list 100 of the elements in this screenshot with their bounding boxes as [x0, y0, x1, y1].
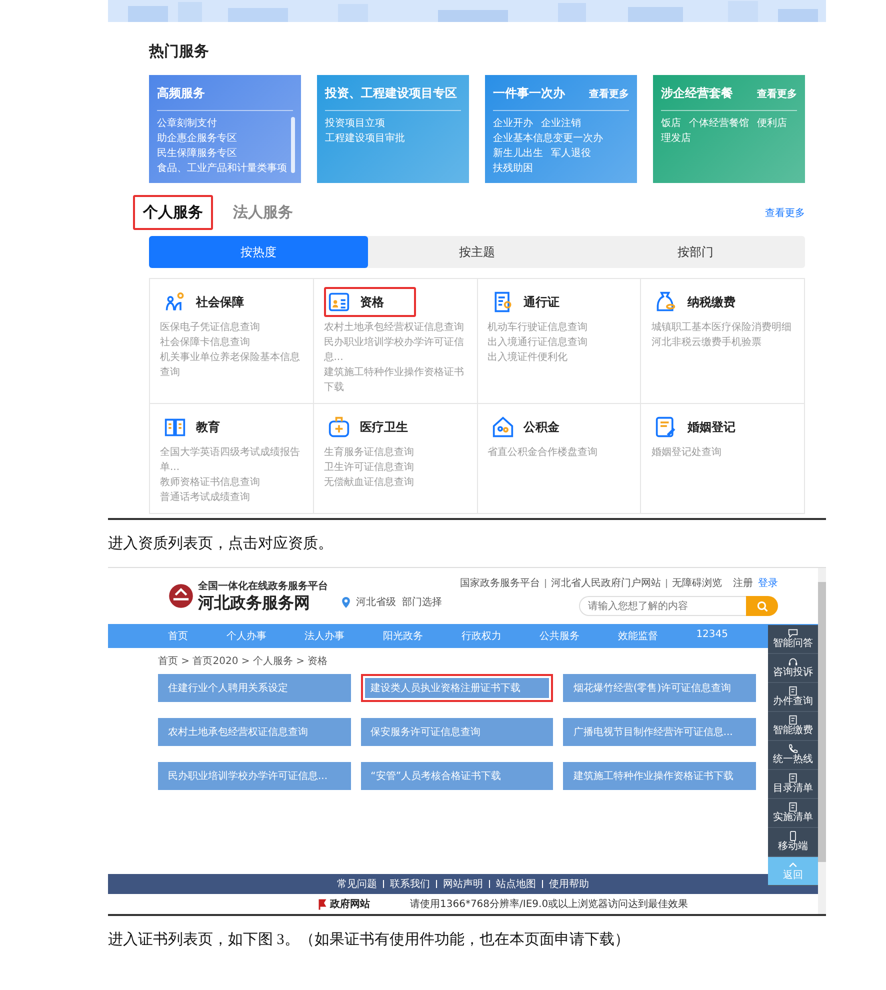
search-icon: [756, 600, 768, 612]
service-link[interactable]: 投资项目立项: [325, 116, 385, 131]
sidebar-item[interactable]: 智能问答: [768, 625, 818, 654]
service-link[interactable]: 卫生许可证信息查询: [324, 460, 468, 475]
service-link[interactable]: 医保电子凭证信息查询: [160, 320, 305, 335]
service-link[interactable]: 机关事业单位养老保险基本信息查询: [160, 350, 305, 380]
nav-item[interactable]: 首页: [168, 629, 188, 643]
service-link[interactable]: 普通话考试成绩查询: [160, 490, 305, 505]
footer-link[interactable]: 使用帮助: [549, 877, 589, 891]
service-card[interactable]: 投资、工程建设项目专区 投资项目立项 工程建设项目审批: [317, 75, 469, 183]
sidebar-item[interactable]: 移动端: [768, 828, 818, 857]
footer-link[interactable]: 联系我们: [390, 877, 430, 891]
search-button[interactable]: [746, 596, 778, 616]
sort-tab[interactable]: 按主题: [368, 236, 586, 268]
service-link[interactable]: 农村土地承包经营权证信息查询: [324, 320, 468, 335]
footer-link[interactable]: 网站声明: [443, 877, 483, 891]
category-heading[interactable]: 婚姻登记: [651, 412, 768, 442]
footer-link[interactable]: 站点地图: [496, 877, 536, 891]
service-link[interactable]: 婚姻登记处查询: [651, 445, 796, 460]
qualification-button[interactable]: 建设类人员执业资格注册证书下载: [360, 674, 554, 702]
service-link[interactable]: 军人退役: [551, 146, 591, 161]
top-link[interactable]: 国家政务服务平台: [460, 576, 540, 590]
nav-item[interactable]: 行政权力: [461, 629, 502, 643]
top-link[interactable]: 无障碍浏览: [672, 576, 722, 590]
category-heading[interactable]: 社会保障: [160, 287, 276, 317]
service-tab[interactable]: 法人服务: [223, 195, 303, 230]
qualification-button[interactable]: 建筑施工特种作业操作资格证书下载: [563, 762, 756, 790]
more-link[interactable]: 查看更多: [589, 86, 629, 100]
category-heading[interactable]: 通行证: [488, 287, 592, 317]
scrollbar[interactable]: [818, 568, 826, 914]
service-link[interactable]: 机动车行驶证信息查询: [488, 320, 632, 335]
service-link[interactable]: 全国大学英语四级考试成绩报告单...: [160, 445, 305, 475]
service-link[interactable]: 理发店: [661, 131, 691, 146]
sort-tab[interactable]: 按热度: [149, 236, 368, 268]
service-link[interactable]: 饭店: [661, 116, 681, 131]
qualification-button[interactable]: 民办职业培训学校办学许可证信息...: [158, 762, 351, 790]
service-link[interactable]: 食品、工业产品和计量类事项: [157, 161, 287, 176]
service-card[interactable]: 一件事一次办 查看更多 企业开办 企业注销 企业基本信息变更一次办 新生儿出生 军人退役 扶残助困: [485, 75, 637, 183]
footer-link[interactable]: 常见问题: [337, 877, 377, 891]
sidebar-item[interactable]: 返回: [768, 857, 818, 886]
chevron-up-icon: [788, 860, 798, 870]
top-link[interactable]: 河北省人民政府门户网站: [551, 576, 661, 590]
service-card[interactable]: 高频服务 公章刻制支付 助企惠企服务专区 民生保障服务专区 食品、工业产品和计量类事项: [149, 75, 301, 183]
scrollbar[interactable]: [291, 117, 295, 173]
service-link[interactable]: 无偿献血证信息查询: [324, 475, 468, 490]
department-link[interactable]: 部门选择: [402, 595, 442, 609]
qualification-button[interactable]: 广播电视节目制作经营许可证信息...: [563, 718, 756, 746]
service-link[interactable]: 个体经营餐馆: [689, 116, 749, 131]
more-link[interactable]: 查看更多: [757, 86, 797, 100]
card-title: 涉企经营套餐: [661, 85, 733, 102]
sidebar-item[interactable]: 实施清单: [768, 799, 818, 828]
search-field[interactable]: 请输入您想了解的内容: [579, 596, 746, 616]
nav-item[interactable]: 法人办事: [304, 629, 345, 643]
location-link[interactable]: 河北省级: [356, 595, 396, 609]
category-heading[interactable]: 教育: [160, 412, 252, 442]
qualification-button[interactable]: “安管”人员考核合格证书下载: [360, 762, 554, 790]
nav-item[interactable]: 12345: [696, 629, 728, 643]
service-link[interactable]: 扶残助困: [493, 161, 533, 176]
service-link[interactable]: 企业注销: [541, 116, 581, 131]
qualification-button[interactable]: 保安服务许可证信息查询: [360, 718, 554, 746]
nav-item[interactable]: 效能监督: [618, 629, 658, 643]
service-link[interactable]: 企业基本信息变更一次办: [493, 131, 603, 146]
qualification-button[interactable]: 农村土地承包经营权证信息查询: [158, 718, 351, 746]
service-link[interactable]: 河北非税云缴费手机验票: [651, 335, 796, 350]
service-link[interactable]: 民生保障服务专区: [157, 146, 237, 161]
category-heading[interactable]: 纳税缴费: [651, 287, 768, 317]
service-link[interactable]: 建筑施工特种作业操作资格证书下载: [324, 365, 468, 395]
sidebar-item[interactable]: 咨询投诉: [768, 654, 818, 683]
service-link[interactable]: 工程建设项目审批: [325, 131, 405, 146]
sort-tab[interactable]: 按部门: [586, 236, 806, 268]
service-tab[interactable]: 个人服务: [133, 195, 213, 230]
service-link[interactable]: 新生儿出生: [493, 146, 543, 161]
service-link[interactable]: 企业开办: [493, 116, 533, 131]
sidebar-item[interactable]: 办件查询: [768, 683, 818, 712]
qualification-button[interactable]: 住建行业个人聘用关系设定: [158, 674, 351, 702]
service-link[interactable]: 民办职业培训学校办学许可证信息...: [324, 335, 468, 365]
nav-item[interactable]: 公共服务: [540, 629, 580, 643]
nav-item[interactable]: 阳光政务: [382, 629, 423, 643]
category-heading[interactable]: 公积金: [488, 412, 592, 442]
register-link[interactable]: 注册: [733, 576, 753, 590]
service-link[interactable]: 便利店: [757, 116, 787, 131]
service-link[interactable]: 出入境通行证信息查询: [488, 335, 632, 350]
service-link[interactable]: 省直公积金合作楼盘查询: [488, 445, 632, 460]
service-link[interactable]: 生育服务证信息查询: [324, 445, 468, 460]
service-link[interactable]: 公章刻制支付: [157, 116, 217, 131]
service-card[interactable]: 涉企经营套餐 查看更多 饭店 个体经营餐馆 便利店 理发店: [653, 75, 805, 183]
service-link[interactable]: 教师资格证书信息查询: [160, 475, 305, 490]
login-link[interactable]: 登录: [758, 576, 778, 590]
nav-item[interactable]: 个人办事: [226, 629, 266, 643]
sidebar-item[interactable]: 智能缴费: [768, 712, 818, 741]
category-heading[interactable]: 医疗卫生: [324, 412, 440, 442]
service-link[interactable]: 社会保障卡信息查询: [160, 335, 305, 350]
qualification-button[interactable]: 烟花爆竹经营(零售)许可证信息查询: [563, 674, 756, 702]
service-link[interactable]: 出入境证件便利化: [488, 350, 632, 365]
highlighted-category[interactable]: 资格: [324, 287, 416, 317]
sidebar-item[interactable]: 统一热线: [768, 741, 818, 770]
service-link[interactable]: 助企惠企服务专区: [157, 131, 237, 146]
more-link[interactable]: 查看更多: [765, 206, 805, 220]
sidebar-item[interactable]: 目录清单: [768, 770, 818, 799]
service-link[interactable]: 城镇职工基本医疗保险消费明细: [651, 320, 796, 335]
